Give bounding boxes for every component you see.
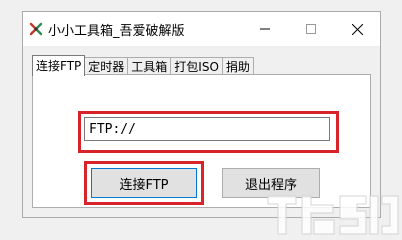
maximize-icon: [306, 24, 316, 34]
watermark-logo: [267, 195, 399, 235]
close-icon: [351, 23, 363, 35]
minimize-icon: [260, 28, 270, 30]
app-icon: [29, 22, 43, 36]
screen: 小小工具箱_吾爱破解版 连接FTP 定时器 工具箱 打包ISO 捐助 FTP:/…: [0, 0, 402, 240]
minimize-button[interactable]: [242, 12, 288, 46]
title-bar[interactable]: 小小工具箱_吾爱破解版: [23, 12, 380, 46]
ftp-address-input[interactable]: [84, 117, 330, 141]
window-title: 小小工具箱_吾爱破解版: [48, 24, 185, 39]
tab-connect-ftp[interactable]: 连接FTP: [32, 55, 86, 76]
connect-ftp-button[interactable]: 连接FTP: [91, 168, 197, 198]
maximize-button[interactable]: [288, 12, 334, 46]
close-button[interactable]: [334, 12, 380, 46]
tab-strip: 连接FTP 定时器 工具箱 打包ISO 捐助: [32, 55, 254, 76]
